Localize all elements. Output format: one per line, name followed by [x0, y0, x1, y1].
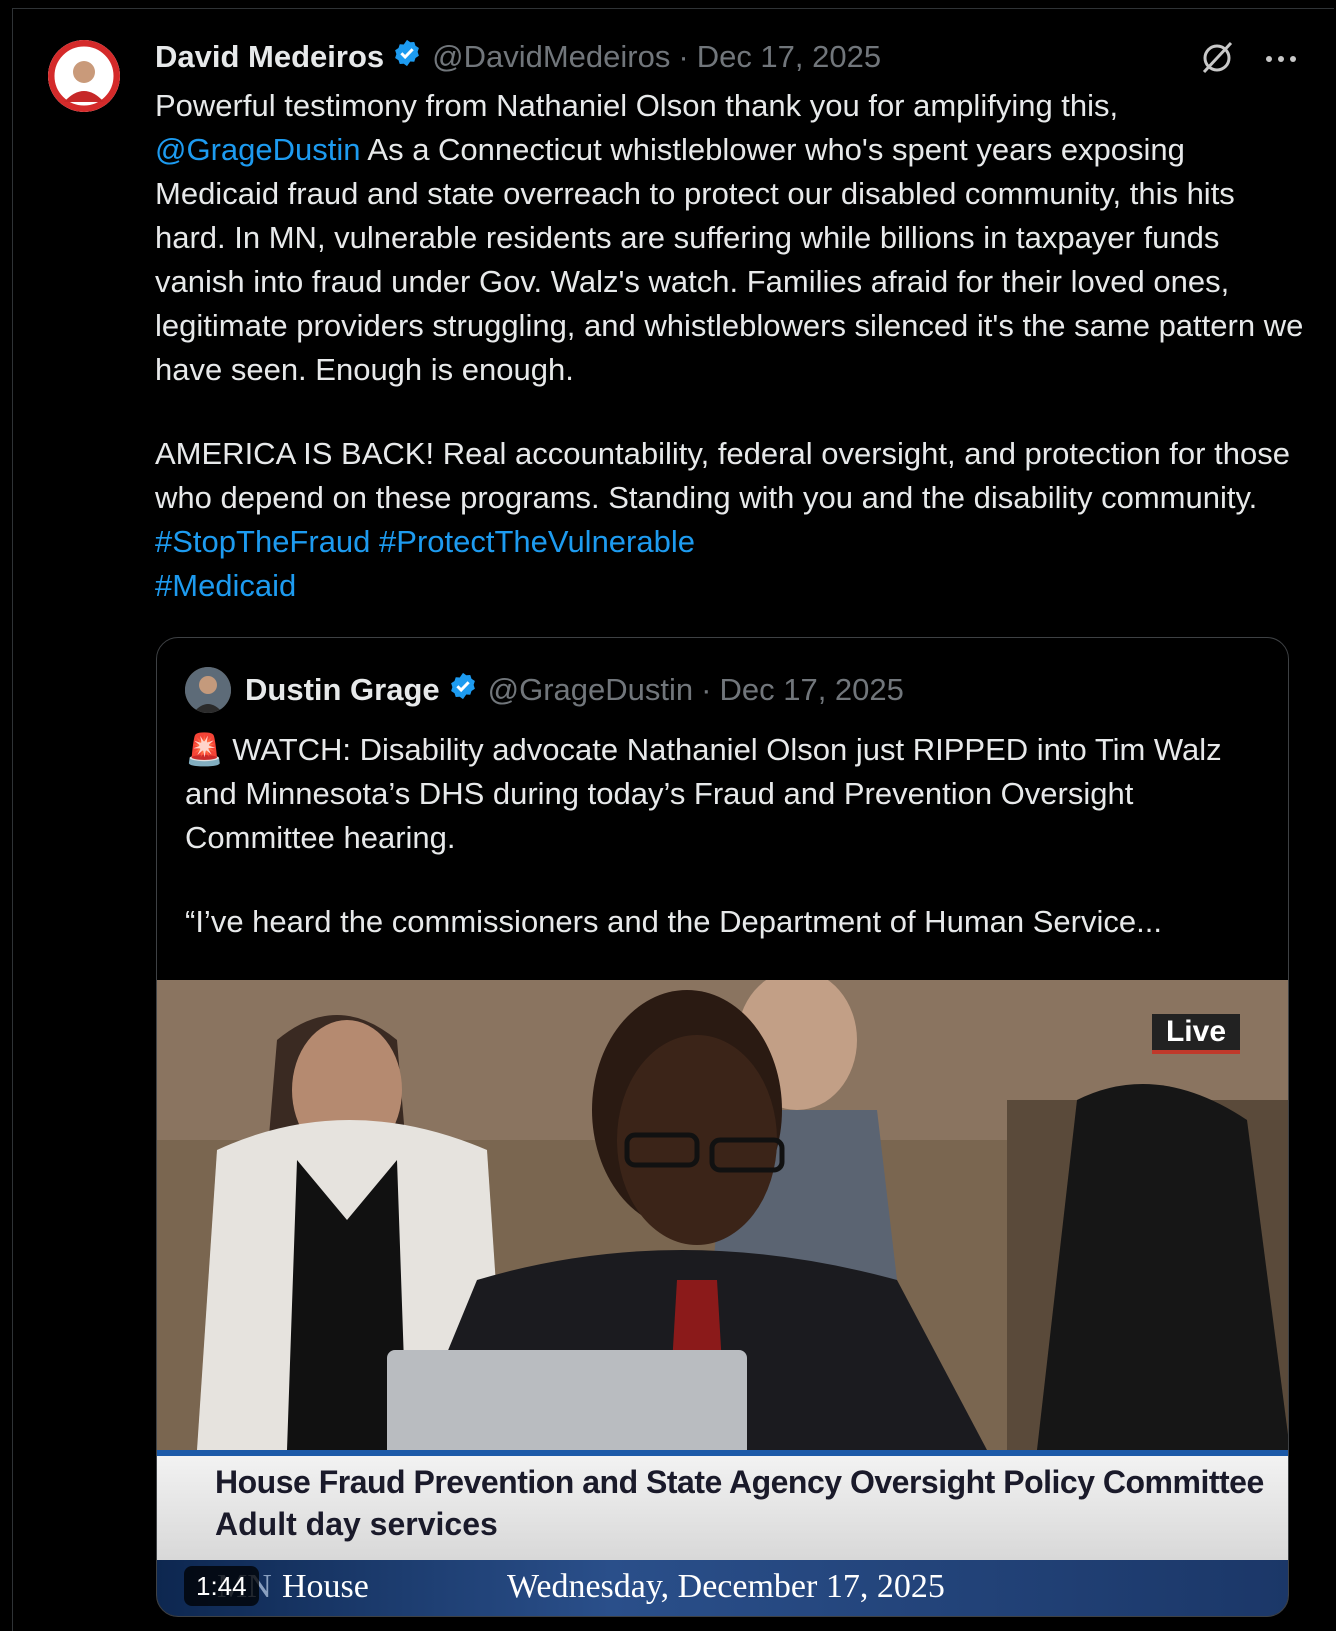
banner-subtitle: Adult day services — [215, 1506, 498, 1542]
verified-badge-icon — [448, 671, 478, 709]
video-player[interactable]: Live House Fraud Prevention and State Ag… — [157, 980, 1288, 1616]
network-house: House — [282, 1568, 369, 1605]
more-options-icon[interactable] — [1264, 51, 1298, 69]
post-date[interactable]: Dec 17, 2025 — [697, 39, 881, 75]
siren-icon: 🚨 — [185, 732, 224, 767]
post-body: Powerful testimony from Nathaniel Olson … — [155, 84, 1305, 608]
quoted-post[interactable]: Dustin Grage @GrageDustin · Dec 17, 2025… — [156, 637, 1289, 1617]
live-label: Live — [1151, 1014, 1240, 1054]
quoted-text-para1: WATCH: Disability advocate Nathaniel Ols… — [185, 732, 1222, 855]
quoted-author-avatar[interactable] — [185, 667, 231, 713]
avatar-image — [48, 40, 120, 112]
quoted-date: Dec 17, 2025 — [719, 672, 904, 707]
mention-link[interactable]: @GrageDustin — [155, 132, 361, 167]
hashtag-link[interactable]: #ProtectTheVulnerable — [379, 524, 695, 559]
author-avatar[interactable] — [48, 40, 120, 112]
post-text-line1: Powerful testimony from Nathaniel Olson … — [155, 88, 1119, 123]
video-frame — [157, 980, 1288, 1450]
grok-icon[interactable] — [1198, 38, 1236, 81]
post-header: David Medeiros @DavidMedeiros · Dec 17, … — [155, 35, 881, 79]
author-handle[interactable]: @DavidMedeiros — [432, 39, 670, 75]
quoted-header: Dustin Grage @GrageDustin · Dec 17, 2025 — [185, 666, 904, 714]
quoted-author-handle: @GrageDustin — [487, 672, 694, 707]
post-text-para1: As a Connecticut whistleblower who's spe… — [155, 132, 1304, 387]
post-actions-top — [1198, 38, 1298, 81]
lower-third-banner: House Fraud Prevention and State Agency … — [157, 1450, 1288, 1560]
broadcast-strip: MN House Wednesday, December 17, 2025 — [157, 1560, 1288, 1616]
quoted-body: 🚨 WATCH: Disability advocate Nathaniel O… — [185, 728, 1265, 944]
video-duration: 1:44 — [184, 1566, 259, 1606]
broadcast-date: Wednesday, December 17, 2025 — [507, 1568, 945, 1605]
hashtag-link[interactable]: #Medicaid — [155, 568, 296, 603]
quoted-text-para2: “I’ve heard the commissioners and the De… — [185, 904, 1162, 939]
verified-badge-icon[interactable] — [392, 38, 422, 76]
header-separator: · — [678, 39, 689, 74]
quoted-author-name[interactable]: Dustin Grage — [245, 672, 440, 708]
quoted-separator: · — [701, 672, 712, 707]
hashtag-link[interactable]: #StopTheFraud — [155, 524, 370, 559]
author-name[interactable]: David Medeiros — [155, 39, 384, 75]
banner-title: House Fraud Prevention and State Agency … — [215, 1464, 1264, 1500]
post-text-para2: AMERICA IS BACK! Real accountability, fe… — [155, 436, 1290, 515]
